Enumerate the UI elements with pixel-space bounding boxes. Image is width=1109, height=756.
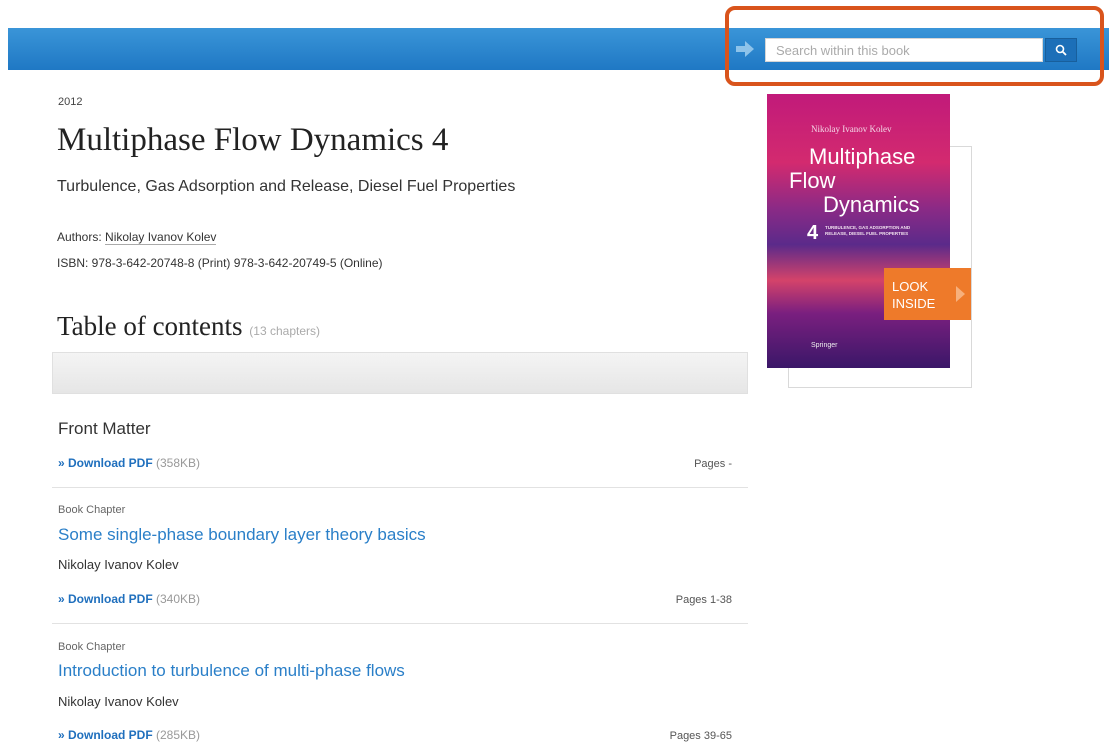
entry-type-label: Book Chapter [58,504,126,516]
toc-entry-front-matter: Front Matter » Download PDF (358KB) Page… [52,414,748,484]
chapter-title-link[interactable]: Some single-phase boundary layer theory … [58,525,426,545]
look-inside-button[interactable]: LOOK INSIDE [884,268,971,320]
file-size: (340KB) [156,592,201,606]
file-size: (285KB) [156,728,201,742]
cover-title-line: Multiphase [809,144,916,169]
entry-type-label: Book Chapter [58,641,126,653]
authors-label: Authors: [57,230,102,244]
toc-toolbar [52,352,748,394]
publication-year: 2012 [58,96,83,108]
authors-line: Authors: Nikolay Ivanov Kolev [57,230,217,245]
toc-entry-title[interactable]: Front Matter [58,419,151,439]
author-link[interactable]: Nikolay Ivanov Kolev [105,230,217,245]
divider [52,623,748,624]
page-range: Pages - [694,458,732,470]
download-row: » Download PDF (340KB) [58,592,200,606]
toc-entry-chapter-1: Book Chapter Some single-phase boundary … [52,500,748,620]
chapter-author: Nikolay Ivanov Kolev [58,557,179,572]
toc-heading-text: Table of contents [57,311,243,341]
divider [52,487,748,488]
page-range: Pages 39-65 [669,730,732,742]
download-pdf-link[interactable]: » Download PDF [58,456,153,470]
file-size: (358KB) [156,456,201,470]
download-pdf-link[interactable]: » Download PDF [58,592,153,606]
play-arrow-icon [956,286,965,302]
cover-title-line: Flow [789,168,836,193]
book-title: Multiphase Flow Dynamics 4 [57,122,449,158]
book-cover[interactable]: Nikolay Ivanov Kolev Multiphase Flow Dyn… [767,94,950,368]
book-subtitle: Turbulence, Gas Adsorption and Release, … [57,178,516,195]
isbn-line: ISBN: 978-3-642-20748-8 (Print) 978-3-64… [57,256,383,270]
chapter-title-link[interactable]: Introduction to turbulence of multi-phas… [58,661,405,681]
cover-author: Nikolay Ivanov Kolev [811,124,892,134]
chapter-count: (13 chapters) [249,324,320,338]
download-pdf-link[interactable]: » Download PDF [58,728,153,742]
search-highlight-outline [725,6,1104,86]
download-row: » Download PDF (285KB) [58,728,200,742]
cover-subtitle: TURBULENCE, GAS ADSORPTION AND RELEASE, … [825,225,911,236]
toc-entry-chapter-2: Book Chapter Introduction to turbulence … [52,637,748,756]
cover-publisher: Springer [811,342,838,349]
toc-heading: Table of contents (13 chapters) [57,311,320,342]
download-row: » Download PDF (358KB) [58,456,200,470]
cover-volume-number: 4 [807,222,819,244]
cover-title-line: Dynamics [823,192,920,217]
chapter-author: Nikolay Ivanov Kolev [58,694,179,709]
page-range: Pages 1-38 [675,594,732,606]
